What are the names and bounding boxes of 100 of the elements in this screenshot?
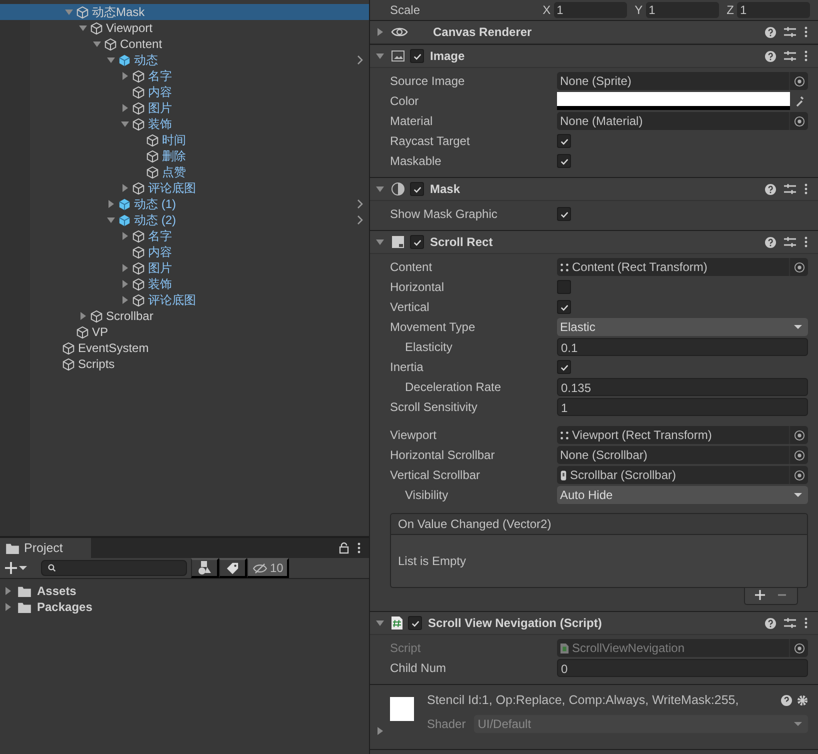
component-header[interactable]: Image	[370, 44, 818, 68]
more-icon[interactable]	[804, 26, 808, 38]
hierarchy-row[interactable]: 点赞	[0, 164, 369, 180]
checkbox[interactable]	[557, 280, 571, 294]
help-icon[interactable]	[781, 694, 792, 706]
hierarchy-row[interactable]: 动态Mask	[0, 4, 369, 20]
object-field[interactable]: Viewport (Rect Transform)	[557, 426, 808, 444]
dropdown[interactable]: Auto Hide	[557, 486, 808, 504]
component-header[interactable]: Scroll View Nevigation (Script)	[370, 611, 818, 635]
hierarchy-row[interactable]: Viewport	[0, 20, 369, 36]
target-icon[interactable]	[794, 262, 804, 272]
checkbox[interactable]	[557, 300, 571, 314]
add-button[interactable]	[755, 590, 765, 600]
component-header[interactable]: Scroll Rect	[370, 230, 818, 254]
type-filter-button[interactable]	[191, 558, 219, 578]
hierarchy-row[interactable]: 图片	[0, 260, 369, 276]
number-field[interactable]: 0.1	[557, 338, 808, 356]
hierarchy-row[interactable]: 动态	[0, 52, 369, 68]
hierarchy-row[interactable]: EventSystem	[0, 340, 369, 356]
hierarchy-row[interactable]: Scrollbar	[0, 308, 369, 324]
component-header[interactable]: Canvas Renderer	[370, 20, 818, 44]
checkbox[interactable]	[410, 49, 424, 63]
foldout-icon[interactable]	[4, 587, 12, 595]
target-icon[interactable]	[794, 470, 804, 480]
create-button[interactable]	[5, 562, 27, 574]
help-icon[interactable]	[765, 236, 776, 248]
project-tab[interactable]: Project	[0, 538, 91, 558]
search-field[interactable]	[41, 560, 187, 576]
presets-icon[interactable]	[784, 236, 796, 248]
hierarchy-row[interactable]: Content	[0, 36, 369, 52]
help-icon[interactable]	[765, 26, 776, 38]
foldout-icon[interactable]	[79, 24, 87, 32]
hierarchy-row[interactable]: 评论底图	[0, 292, 369, 308]
foldout-icon[interactable]	[376, 727, 384, 735]
number-field[interactable]: 1	[737, 2, 810, 18]
hierarchy-row[interactable]: 装饰	[0, 116, 369, 132]
foldout-icon[interactable]	[121, 232, 129, 240]
foldout-icon[interactable]	[107, 56, 115, 64]
foldout-icon[interactable]	[121, 72, 129, 80]
checkbox[interactable]	[410, 182, 424, 196]
target-icon[interactable]	[794, 642, 804, 654]
checkbox[interactable]	[408, 616, 422, 630]
foldout-icon[interactable]	[107, 216, 115, 224]
more-icon[interactable]	[804, 236, 808, 248]
hierarchy-row[interactable]: 内容	[0, 84, 369, 100]
help-icon[interactable]	[765, 184, 776, 194]
more-icon[interactable]	[357, 542, 361, 554]
foldout-icon[interactable]	[376, 52, 384, 60]
label-filter-button[interactable]	[219, 558, 247, 578]
more-icon[interactable]	[804, 50, 808, 62]
number-field[interactable]: 0	[557, 659, 808, 677]
hierarchy-row[interactable]: 内容	[0, 244, 369, 260]
checkbox[interactable]	[557, 207, 571, 221]
foldout-icon[interactable]	[4, 603, 12, 611]
foldout-icon[interactable]	[121, 296, 129, 304]
checkbox[interactable]	[557, 134, 571, 148]
foldout-icon[interactable]	[121, 264, 129, 272]
checkbox[interactable]	[557, 154, 571, 168]
color-field[interactable]	[557, 92, 790, 110]
presets-icon[interactable]	[784, 183, 796, 195]
object-field[interactable]: None (Sprite)	[557, 72, 808, 90]
foldout-icon[interactable]	[376, 185, 384, 193]
object-field[interactable]: Content (Rect Transform)	[557, 258, 808, 276]
object-field[interactable]: None (Scrollbar)	[557, 446, 808, 464]
chevron-icon[interactable]	[357, 55, 363, 65]
dropdown[interactable]: Elastic	[557, 318, 808, 336]
lock-icon[interactable]	[339, 542, 349, 554]
more-icon[interactable]	[804, 183, 808, 195]
number-field[interactable]: 0.135	[557, 378, 808, 396]
target-icon[interactable]	[794, 116, 804, 126]
component-header[interactable]: Mask	[370, 177, 818, 201]
foldout-icon[interactable]	[93, 40, 101, 48]
foldout-icon[interactable]	[121, 280, 129, 288]
foldout-icon[interactable]	[121, 184, 129, 192]
target-icon[interactable]	[794, 76, 804, 86]
settings-icon[interactable]	[797, 694, 808, 706]
help-icon[interactable]	[765, 50, 776, 62]
project-folder[interactable]: Assets	[0, 583, 369, 599]
help-icon[interactable]	[765, 618, 776, 628]
foldout-icon[interactable]	[121, 104, 129, 112]
number-field[interactable]: 1	[646, 2, 719, 18]
foldout-icon[interactable]	[376, 619, 384, 627]
presets-icon[interactable]	[784, 50, 796, 62]
presets-icon[interactable]	[784, 26, 796, 38]
hierarchy-row[interactable]: Scripts	[0, 356, 369, 372]
target-icon[interactable]	[794, 450, 804, 460]
hierarchy-row[interactable]: 名字	[0, 228, 369, 244]
object-field[interactable]: Scrollbar (Scrollbar)	[557, 466, 808, 484]
foldout-icon[interactable]	[376, 28, 384, 36]
hidden-packages-button[interactable]: 10	[247, 558, 290, 578]
number-field[interactable]: 1	[557, 398, 808, 416]
more-icon[interactable]	[804, 617, 808, 629]
project-folder[interactable]: Packages	[0, 599, 369, 615]
checkbox[interactable]	[410, 235, 424, 249]
checkbox[interactable]	[557, 360, 571, 374]
hierarchy-row[interactable]: 评论底图	[0, 180, 369, 196]
foldout-icon[interactable]	[79, 312, 87, 320]
hierarchy-row[interactable]: 时间	[0, 132, 369, 148]
hierarchy-row[interactable]: 装饰	[0, 276, 369, 292]
target-icon[interactable]	[794, 430, 804, 440]
